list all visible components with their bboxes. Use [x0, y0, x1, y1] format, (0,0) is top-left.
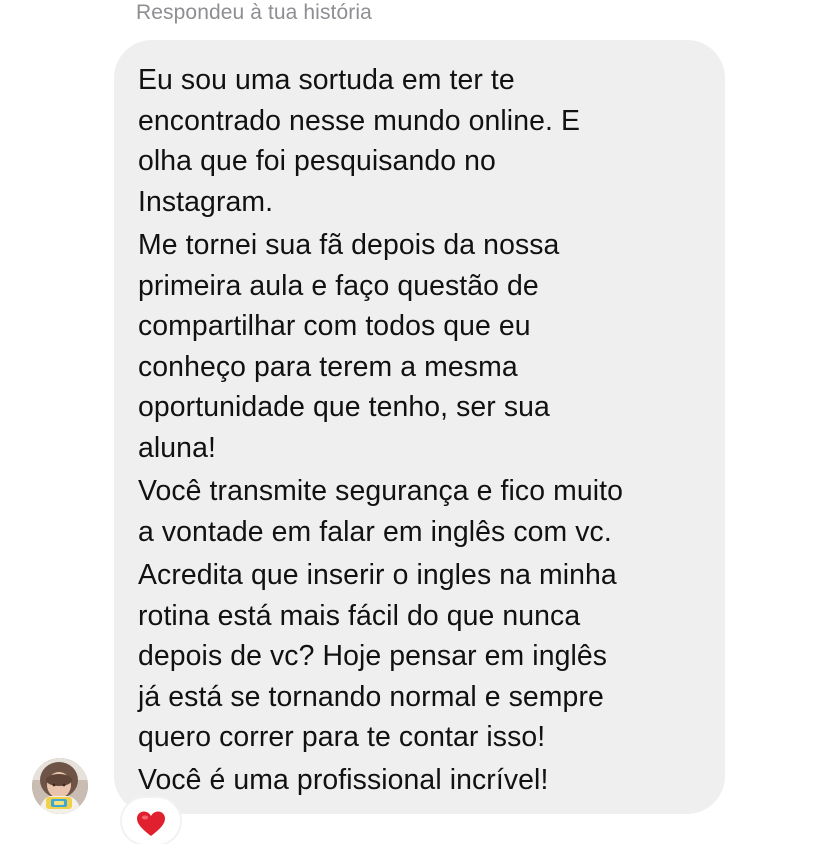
message-line: já está se tornando normal e sempre	[138, 680, 604, 713]
message-line: a vontade em falar em inglês com vc.	[138, 515, 612, 548]
reply-context-label: Respondeu à tua história	[136, 1, 372, 24]
message-line: olha que foi pesquisando no	[138, 145, 496, 178]
message-line: Acredita que inserir o ingles na minha	[138, 558, 617, 591]
sender-avatar[interactable]	[32, 758, 88, 814]
message-line: Eu sou uma sortuda em ter te	[138, 64, 515, 96]
message-line: encontrado nesse mundo online. E	[138, 104, 580, 137]
message-bubble[interactable]: Eu sou uma sortuda em ter te encontrado …	[114, 40, 725, 814]
message-line: oportunidade que tenho, ser sua	[138, 391, 550, 424]
message-line: Instagram.	[138, 185, 274, 218]
message-line: depois de vc? Hoje pensar em inglês	[138, 640, 608, 673]
message-line: compartilhar com todos que eu	[138, 310, 531, 343]
message-line: Me tornei sua fã depois da nossa	[138, 228, 560, 261]
red-heart-icon	[137, 811, 165, 836]
reaction-pill[interactable]	[122, 798, 180, 844]
message-line: rotina está mais fácil do que nunca	[138, 599, 581, 632]
message-text: Eu sou uma sortuda em ter te encontrado …	[138, 60, 705, 801]
message-line: conheço para terem a mesma	[138, 350, 518, 383]
message-line: quero correr para te contar isso!	[138, 721, 546, 754]
message-line: Você é uma profissional incrível!	[138, 764, 549, 797]
user-avatar-icon	[32, 758, 88, 814]
message-line: aluna!	[138, 431, 216, 464]
message-line: primeira aula e faço questão de	[138, 269, 539, 302]
message-line: Você transmite segurança e fico muito	[138, 475, 624, 508]
